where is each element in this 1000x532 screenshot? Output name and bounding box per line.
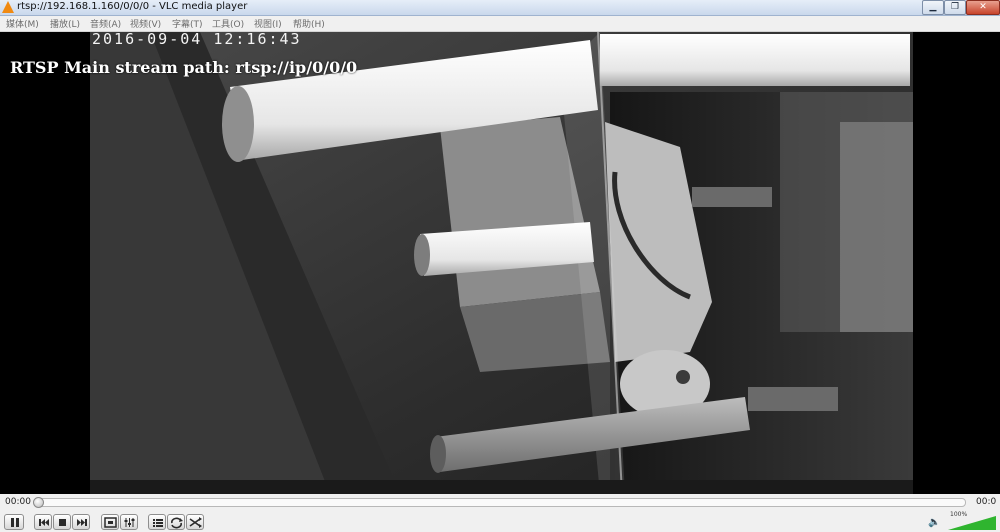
pause-icon bbox=[11, 518, 19, 527]
next-button[interactable] bbox=[72, 514, 90, 530]
loop-icon bbox=[171, 517, 183, 529]
volume-level-fill bbox=[948, 516, 996, 530]
shuffle-button[interactable] bbox=[186, 514, 204, 530]
menu-audio[interactable]: 音频(A) bbox=[90, 17, 121, 30]
camera-frame bbox=[90, 32, 913, 494]
fullscreen-button[interactable] bbox=[101, 514, 119, 530]
window-title: rtsp://192.168.1.160/0/0/0 - VLC media p… bbox=[17, 1, 248, 12]
seek-bar[interactable] bbox=[34, 498, 966, 507]
previous-icon bbox=[39, 519, 49, 526]
menu-bar: 媒体(M) 播放(L) 音频(A) 视频(V) 字幕(T) 工具(O) 视图(I… bbox=[0, 16, 1000, 32]
elapsed-time: 00:00 bbox=[5, 497, 31, 507]
loop-button[interactable] bbox=[167, 514, 185, 530]
previous-button[interactable] bbox=[34, 514, 52, 530]
stop-icon bbox=[59, 519, 66, 526]
menu-help[interactable]: 帮助(H) bbox=[293, 17, 325, 30]
shuffle-icon bbox=[189, 517, 202, 528]
seek-handle[interactable] bbox=[33, 497, 44, 508]
title-bar: rtsp://192.168.1.160/0/0/0 - VLC media p… bbox=[0, 0, 1000, 16]
extended-settings-icon bbox=[124, 518, 135, 527]
menu-tools[interactable]: 工具(O) bbox=[212, 17, 244, 30]
video-area[interactable]: 2016-09-04 12:16:43 RTSP Main stream pat… bbox=[0, 32, 1000, 494]
menu-playback[interactable]: 播放(L) bbox=[50, 17, 80, 30]
stop-button[interactable] bbox=[53, 514, 71, 530]
playlist-button[interactable] bbox=[148, 514, 166, 530]
menu-video[interactable]: 视频(V) bbox=[130, 17, 161, 30]
fullscreen-icon bbox=[104, 517, 117, 528]
seek-row: 00:00 00:0 bbox=[0, 494, 1000, 512]
close-button[interactable]: ✕ bbox=[966, 0, 1000, 15]
menu-view[interactable]: 视图(I) bbox=[254, 17, 282, 30]
menu-subtitle[interactable]: 字幕(T) bbox=[172, 17, 203, 30]
maximize-button[interactable]: ❐ bbox=[944, 0, 966, 15]
menu-media[interactable]: 媒体(M) bbox=[6, 17, 39, 30]
remaining-time: 00:0 bbox=[976, 497, 997, 507]
next-icon bbox=[77, 519, 87, 526]
pause-button[interactable] bbox=[4, 514, 24, 530]
volume-slider[interactable] bbox=[948, 516, 996, 530]
vlc-cone-icon bbox=[2, 1, 14, 13]
stream-path-overlay: RTSP Main stream path: rtsp://ip/0/0/0 bbox=[10, 58, 358, 77]
extended-settings-button[interactable] bbox=[120, 514, 138, 530]
speaker-icon[interactable]: 🔈 bbox=[928, 517, 940, 528]
camera-timestamp: 2016-09-04 12:16:43 bbox=[92, 32, 302, 48]
control-bar: 🔈 100% bbox=[0, 511, 1000, 532]
playlist-icon bbox=[153, 519, 163, 527]
minimize-button[interactable]: ▁ bbox=[922, 0, 944, 15]
